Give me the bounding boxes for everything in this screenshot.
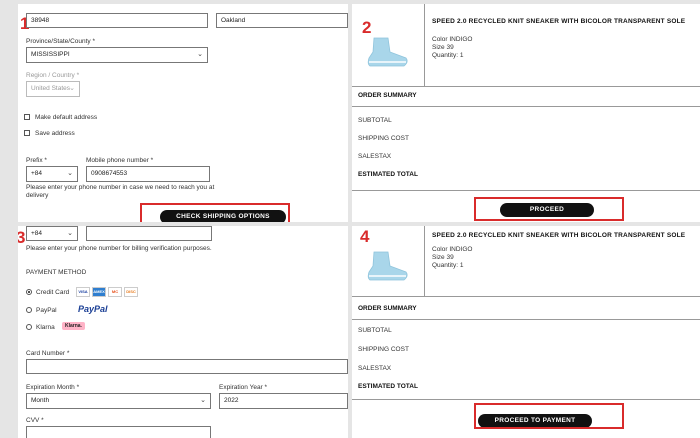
chevron-down-icon: ⌄ [67, 170, 73, 177]
divider [352, 86, 700, 87]
exp-year-label: Expiration Year * [219, 384, 268, 391]
exp-year-select[interactable]: 2022 [219, 393, 348, 409]
salestax-label: SALESTAX [358, 365, 392, 372]
save-address-checkbox[interactable] [24, 130, 30, 136]
product-size: Size 39 [432, 254, 454, 261]
make-default-label: Make default address [35, 114, 98, 121]
step-number-3: 3 [18, 228, 26, 247]
divider [352, 106, 700, 107]
city-field[interactable]: Oakland [216, 13, 348, 28]
save-address-label: Save address [35, 130, 75, 137]
estimated-total-label: ESTIMATED TOTAL [358, 171, 418, 178]
chevron-down-icon: ⌄ [69, 85, 75, 92]
product-color: Color INDIGO [432, 246, 473, 253]
step-number-2: 2 [362, 18, 372, 37]
step-number-4: 4 [360, 227, 370, 246]
divider [424, 4, 425, 86]
estimated-total-label: ESTIMATED TOTAL [358, 383, 418, 390]
product-quantity: Quantity: 1 [432, 262, 464, 269]
amex-icon: AMEX [92, 287, 106, 297]
divider [352, 319, 700, 320]
product-size: Size 39 [432, 44, 454, 51]
salestax-label: SALESTAX [358, 153, 392, 160]
region-select[interactable]: United States ⌄ [26, 81, 80, 97]
product-title: SPEED 2.0 RECYCLED KNIT SNEAKER WITH BIC… [432, 232, 686, 239]
credit-card-label: Credit Card [36, 289, 70, 296]
prefix-value: +84 [31, 170, 43, 177]
paypal-label: PayPal [36, 307, 57, 314]
highlight-box [474, 197, 624, 221]
payment-method-heading: PAYMENT METHOD [26, 269, 87, 276]
chevron-down-icon: ⌄ [67, 230, 73, 237]
chevron-down-icon: ⌄ [197, 51, 203, 58]
credit-card-radio[interactable] [26, 289, 32, 295]
chevron-down-icon: ⌄ [200, 397, 206, 404]
product-title: SPEED 2.0 RECYCLED KNIT SNEAKER WITH BIC… [432, 18, 686, 25]
province-label: Province/State/County * [26, 38, 96, 45]
region-value: United States [31, 85, 71, 92]
highlight-box [140, 203, 290, 222]
cvv-label: CVV * [26, 417, 44, 424]
product-quantity: Quantity: 1 [432, 52, 464, 59]
payment-method-panel: +84 ⌄ 3 Please enter your phone number f… [18, 226, 348, 438]
phone-field[interactable] [86, 226, 212, 241]
phone-note: Please enter your phone number for billi… [26, 245, 212, 252]
klarna-logo: Klarna. [62, 322, 85, 330]
klarna-label: Klarna [36, 324, 55, 331]
exp-month-label: Expiration Month * [26, 384, 80, 391]
exp-month-select[interactable]: Month ⌄ [26, 393, 211, 409]
divider [352, 190, 700, 191]
mastercard-icon: MC [108, 287, 122, 297]
shipping-cost-label: SHIPPING COST [358, 135, 409, 142]
prefix-label: Prefix * [26, 157, 47, 164]
divider [352, 296, 700, 297]
sneaker-image [364, 250, 410, 289]
phone-note: Please enter your phone number in case w… [26, 184, 215, 199]
prefix-select[interactable]: +84 ⌄ [26, 226, 78, 241]
shipping-address-panel: 1 38948 Oakland Province/State/County * … [18, 4, 348, 222]
shipping-cost-label: SHIPPING COST [358, 346, 409, 353]
review-order-panel: 4 SPEED 2.0 RECYCLED KNIT SNEAKER WITH B… [352, 226, 700, 438]
prefix-value: +84 [31, 230, 43, 237]
klarna-radio[interactable] [26, 324, 32, 330]
visa-icon: VISA [76, 287, 90, 297]
card-number-field[interactable] [26, 359, 348, 374]
highlight-box [474, 403, 624, 429]
phone-field[interactable]: 0908674553 [86, 166, 210, 182]
make-default-checkbox[interactable] [24, 114, 30, 120]
province-value: MISSISSIPPI [31, 51, 70, 58]
postal-code-field[interactable]: 38948 [26, 13, 208, 28]
paypal-radio[interactable] [26, 307, 32, 313]
region-label: Region / Country * [26, 72, 80, 79]
exp-month-value: Month [31, 397, 50, 404]
cvv-field[interactable] [26, 426, 211, 438]
paypal-logo: PayPal [78, 304, 108, 314]
card-number-label: Card Number * [26, 350, 70, 357]
province-select[interactable]: MISSISSIPPI ⌄ [26, 47, 208, 63]
subtotal-label: SUBTOTAL [358, 327, 392, 334]
subtotal-label: SUBTOTAL [358, 117, 392, 124]
divider [424, 226, 425, 296]
order-summary-heading: ORDER SUMMARY [358, 305, 417, 312]
sneaker-image [364, 36, 410, 75]
prefix-select[interactable]: +84 ⌄ [26, 166, 78, 182]
order-summary-panel: 2 SPEED 2.0 RECYCLED KNIT SNEAKER WITH B… [352, 4, 700, 222]
product-color: Color INDIGO [432, 36, 473, 43]
phone-label: Mobile phone number * [86, 157, 154, 164]
order-summary-heading: ORDER SUMMARY [358, 92, 417, 99]
divider [352, 399, 700, 400]
discover-icon: DISC [124, 287, 138, 297]
